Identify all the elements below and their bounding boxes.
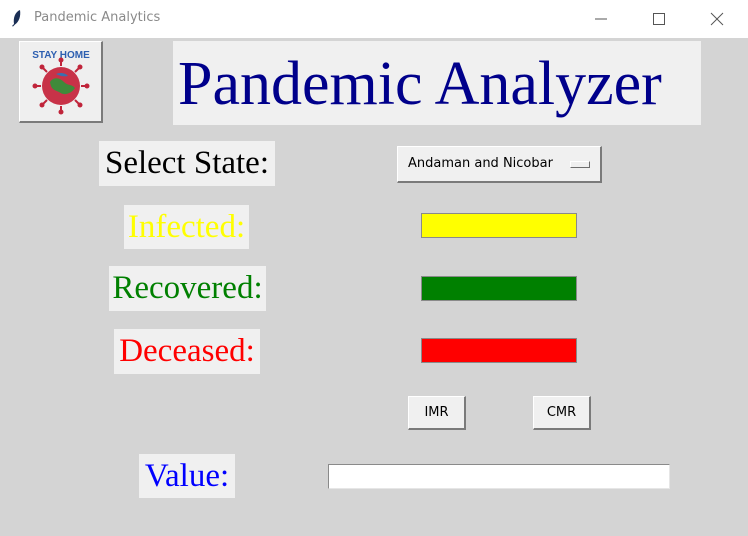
dropdown-indicator-icon [570, 161, 590, 168]
stay-home-logo-button[interactable]: STAY HOME [19, 41, 103, 123]
banner-title: Pandemic Analyzer [178, 50, 662, 118]
stay-home-virus-icon: STAY HOME [32, 50, 90, 115]
value-field[interactable] [328, 464, 670, 489]
app-banner: Pandemic Analyzer [173, 41, 701, 125]
minimize-icon [595, 18, 607, 20]
cmr-button[interactable]: CMR [533, 396, 591, 430]
maximize-icon [653, 13, 665, 25]
recovered-label: Recovered: [109, 266, 266, 311]
close-icon [710, 12, 724, 26]
minimize-button[interactable] [578, 0, 624, 38]
infected-bar [421, 213, 577, 238]
recovered-bar [421, 276, 577, 301]
imr-button[interactable]: IMR [408, 396, 466, 430]
feather-icon [12, 10, 21, 27]
deceased-bar [421, 338, 577, 363]
select-state-label: Select State: [99, 141, 275, 186]
state-dropdown-value: Andaman and Nicobar [408, 156, 553, 171]
maximize-button[interactable] [636, 0, 682, 38]
close-button[interactable] [694, 0, 740, 38]
title-bar: Pandemic Analytics [0, 0, 748, 38]
infected-label: Infected: [124, 205, 249, 249]
window-title: Pandemic Analytics [34, 10, 161, 25]
value-label: Value: [139, 454, 235, 498]
deceased-bar-fill [422, 339, 576, 362]
recovered-bar-fill [422, 277, 576, 300]
deceased-label: Deceased: [114, 329, 260, 374]
state-dropdown[interactable]: Andaman and Nicobar [397, 146, 602, 183]
infected-bar-fill [422, 214, 576, 237]
